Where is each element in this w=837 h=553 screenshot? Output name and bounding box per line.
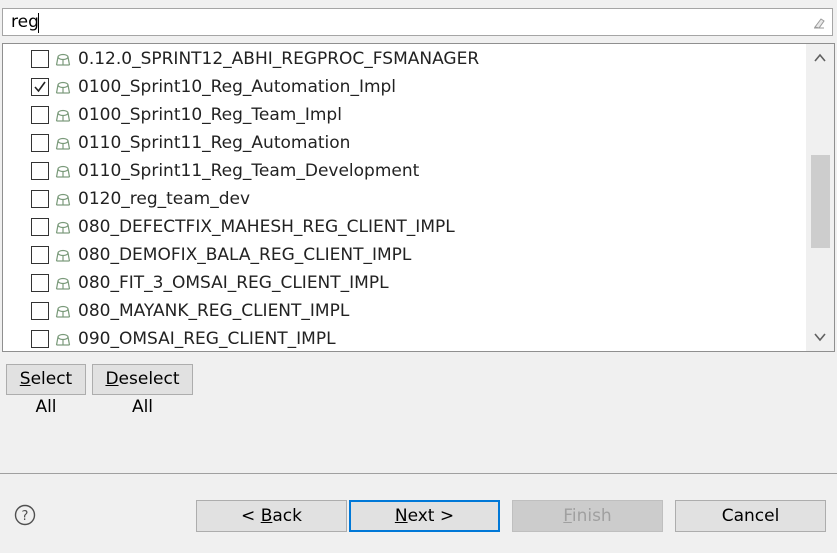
scroll-up-arrow-icon[interactable] xyxy=(806,44,834,72)
checkbox[interactable] xyxy=(31,50,49,68)
checkbox[interactable] xyxy=(31,330,49,348)
list-item[interactable]: 0100_Sprint10_Reg_Automation_Impl xyxy=(3,73,806,101)
repository-stream-icon xyxy=(55,276,71,290)
cancel-label: Cancel xyxy=(721,506,780,526)
checkbox[interactable] xyxy=(31,218,49,236)
button-bar-divider xyxy=(0,473,837,474)
repository-stream-icon xyxy=(55,136,71,150)
checkbox[interactable] xyxy=(31,106,49,124)
list-item-label: 080_DEMOFIX_BALA_REG_CLIENT_IMPL xyxy=(78,245,412,265)
select-all-button[interactable]: Select All xyxy=(6,364,86,417)
list-item-label: 080_FIT_3_OMSAI_REG_CLIENT_IMPL xyxy=(78,273,389,293)
list-item[interactable]: 0110_Sprint11_Reg_Team_Development xyxy=(3,157,806,185)
back-prefix: < xyxy=(241,506,261,526)
list-item[interactable]: 080_DEMOFIX_BALA_REG_CLIENT_IMPL xyxy=(3,241,806,269)
list-item[interactable]: 090_OMSAI_REG_CLIENT_IMPL xyxy=(3,325,806,351)
cancel-button[interactable]: Cancel xyxy=(675,500,826,532)
checkbox[interactable] xyxy=(31,246,49,264)
finish-button: Finish xyxy=(512,500,663,532)
stream-list[interactable]: 0.12.0_SPRINT12_ABHI_REGPROC_FSMANAGER 01… xyxy=(2,43,835,352)
repository-stream-icon xyxy=(55,220,71,234)
help-icon[interactable]: ? xyxy=(14,504,36,526)
repository-stream-icon xyxy=(55,108,71,122)
list-item-label: 0110_Sprint11_Reg_Automation xyxy=(78,133,351,153)
list-item-label: 0.12.0_SPRINT12_ABHI_REGPROC_FSMANAGER xyxy=(78,49,480,69)
list-item-label: 080_DEFECTFIX_MAHESH_REG_CLIENT_IMPL xyxy=(78,217,455,237)
list-item-label: 0120_reg_team_dev xyxy=(78,189,251,209)
next-label: ext > xyxy=(407,506,455,526)
checkbox[interactable] xyxy=(31,134,49,152)
back-button[interactable]: < Back xyxy=(196,500,347,532)
checkbox-checked[interactable] xyxy=(31,78,49,96)
list-item[interactable]: 080_MAYANK_REG_CLIENT_IMPL xyxy=(3,297,806,325)
next-mnemonic: N xyxy=(394,506,408,526)
list-item[interactable]: 0120_reg_team_dev xyxy=(3,185,806,213)
finish-mnemonic: F xyxy=(563,506,572,526)
list-item-label: 080_MAYANK_REG_CLIENT_IMPL xyxy=(78,301,350,321)
repository-stream-icon xyxy=(55,164,71,178)
svg-text:?: ? xyxy=(22,509,29,524)
deselect-all-label: eselect All xyxy=(118,369,180,417)
list-item[interactable]: 080_FIT_3_OMSAI_REG_CLIENT_IMPL xyxy=(3,269,806,297)
list-item-label: 0100_Sprint10_Reg_Team_Impl xyxy=(78,105,342,125)
deselect-all-button[interactable]: Deselect All xyxy=(92,364,193,417)
repository-stream-icon xyxy=(55,192,71,206)
list-item[interactable]: 0.12.0_SPRINT12_ABHI_REGPROC_FSMANAGER xyxy=(3,45,806,73)
list-item-label: 090_OMSAI_REG_CLIENT_IMPL xyxy=(78,329,336,349)
finish-label: inish xyxy=(571,506,612,526)
next-button[interactable]: Next > xyxy=(349,500,500,532)
text-caret xyxy=(38,13,39,33)
checkbox[interactable] xyxy=(31,302,49,320)
list-item[interactable]: 0100_Sprint10_Reg_Team_Impl xyxy=(3,101,806,129)
checkmark-icon xyxy=(34,81,46,93)
scrollbar-thumb[interactable] xyxy=(811,155,830,248)
list-item[interactable]: 080_DEFECTFIX_MAHESH_REG_CLIENT_IMPL xyxy=(3,213,806,241)
stream-list-viewport: 0.12.0_SPRINT12_ABHI_REGPROC_FSMANAGER 01… xyxy=(3,44,806,351)
search-input[interactable]: reg xyxy=(2,8,833,36)
search-input-value: reg xyxy=(11,12,39,32)
scroll-down-arrow-icon[interactable] xyxy=(806,323,834,351)
vertical-scrollbar[interactable] xyxy=(806,44,834,351)
repository-stream-icon xyxy=(55,248,71,262)
clear-filter-icon[interactable] xyxy=(812,15,826,29)
list-item-label: 0110_Sprint11_Reg_Team_Development xyxy=(78,161,420,181)
deselect-all-mnemonic: D xyxy=(105,369,119,389)
repository-stream-icon xyxy=(55,332,71,346)
checkbox[interactable] xyxy=(31,274,49,292)
checkbox[interactable] xyxy=(31,162,49,180)
list-item-label: 0100_Sprint10_Reg_Automation_Impl xyxy=(78,77,397,97)
back-mnemonic: B xyxy=(260,506,273,526)
repository-stream-icon xyxy=(55,304,71,318)
repository-stream-icon xyxy=(55,52,71,66)
repository-stream-icon xyxy=(55,80,71,94)
select-all-mnemonic: S xyxy=(19,369,31,389)
select-all-label: elect All xyxy=(30,369,73,417)
list-item[interactable]: 0110_Sprint11_Reg_Automation xyxy=(3,129,806,157)
back-label: ack xyxy=(272,506,302,526)
checkbox[interactable] xyxy=(31,190,49,208)
